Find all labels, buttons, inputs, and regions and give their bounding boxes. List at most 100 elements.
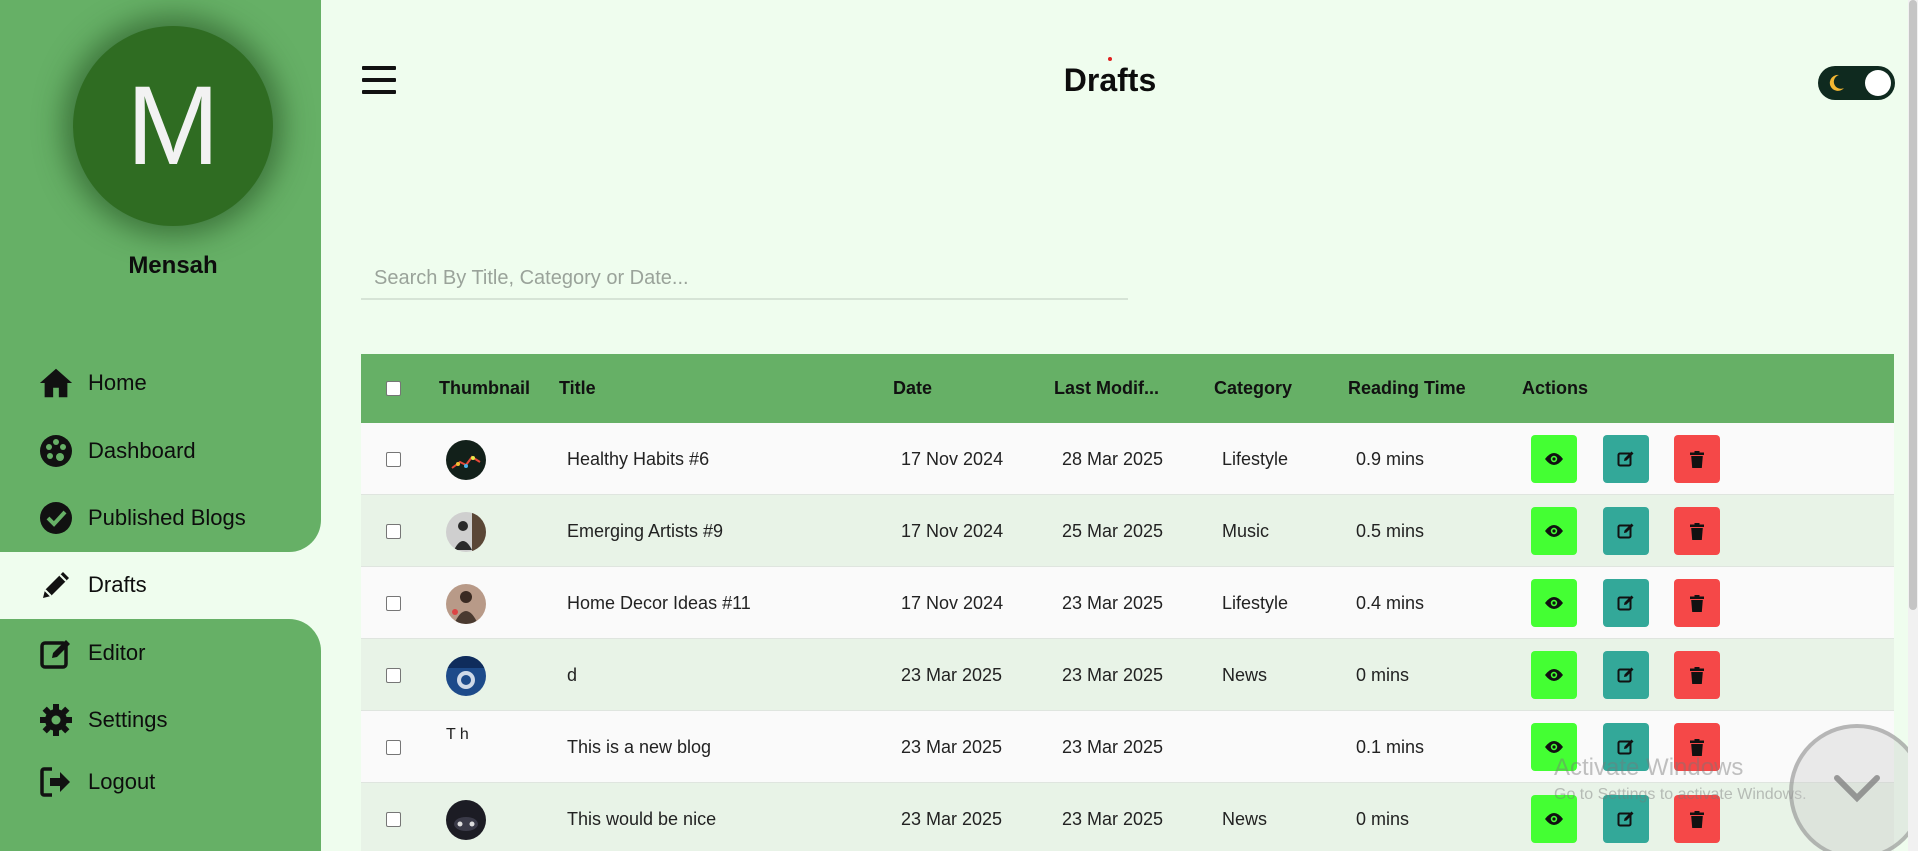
edit-button[interactable] <box>1603 651 1649 699</box>
sidebar: M Mensah Home Dashboard Published Blogs … <box>0 0 321 851</box>
hamburger-menu-button[interactable] <box>362 66 396 102</box>
row-title: Healthy Habits #6 <box>567 449 710 469</box>
delete-button[interactable] <box>1674 435 1720 483</box>
view-icon <box>1545 741 1563 753</box>
view-button[interactable] <box>1531 435 1577 483</box>
thumbnail-image <box>446 440 486 480</box>
logout-icon <box>38 764 74 800</box>
sidebar-item-label: Drafts <box>88 572 147 597</box>
table-row: Home Decor Ideas #11 17 Nov 2024 23 Mar … <box>361 567 1894 639</box>
row-checkbox[interactable] <box>386 668 401 683</box>
row-date: 23 Mar 2025 <box>901 809 1003 829</box>
sidebar-item-label: Published Blogs <box>88 505 246 530</box>
edit-icon <box>1617 811 1634 827</box>
row-last-modified: 23 Mar 2025 <box>1062 737 1164 757</box>
delete-icon <box>1690 522 1704 540</box>
row-reading-time: 0.5 mins <box>1356 521 1425 541</box>
page-scrollbar[interactable] <box>1908 0 1918 851</box>
sidebar-item-dashboard[interactable]: Dashboard <box>38 433 196 469</box>
username: Mensah <box>128 252 218 279</box>
view-icon <box>1545 813 1563 825</box>
thumbnail-image <box>446 584 486 624</box>
home-icon <box>38 365 74 401</box>
column-header-date[interactable]: Date <box>893 354 932 423</box>
row-last-modified: 28 Mar 2025 <box>1062 449 1164 469</box>
toggle-knob <box>1865 70 1891 96</box>
edit-icon <box>1617 667 1634 683</box>
sidebar-item-drafts[interactable]: Drafts <box>38 567 147 603</box>
sidebar-item-settings[interactable]: Settings <box>38 702 168 738</box>
sidebar-item-published-blogs[interactable]: Published Blogs <box>38 500 246 536</box>
row-category: News <box>1222 809 1268 829</box>
table-row: d 23 Mar 2025 23 Mar 2025 News 0 mins <box>361 639 1894 711</box>
scroll-down-button[interactable] <box>1789 724 1918 851</box>
view-button[interactable] <box>1531 579 1577 627</box>
search-input[interactable] <box>361 258 1128 300</box>
gear-icon <box>38 702 74 738</box>
row-last-modified: 25 Mar 2025 <box>1062 521 1164 541</box>
row-last-modified: 23 Mar 2025 <box>1062 593 1164 613</box>
column-header-thumbnail[interactable]: Thumbnail <box>439 354 530 423</box>
column-header-actions: Actions <box>1522 378 1589 398</box>
column-header-title[interactable]: Title <box>559 354 596 423</box>
view-button[interactable] <box>1531 651 1577 699</box>
delete-icon <box>1690 450 1704 468</box>
activate-windows-title: Activate Windows <box>1554 754 1744 781</box>
column-header-last-modified[interactable]: Last Modif... <box>1054 354 1159 423</box>
avatar: M <box>73 26 273 226</box>
view-icon <box>1545 597 1563 609</box>
sidebar-item-logout[interactable]: Logout <box>38 764 155 800</box>
row-title: This would be nice <box>567 809 717 829</box>
table-row: Emerging Artists #9 17 Nov 2024 25 Mar 2… <box>361 495 1894 567</box>
view-button[interactable] <box>1531 507 1577 555</box>
view-icon <box>1545 525 1563 537</box>
row-checkbox[interactable] <box>386 596 401 611</box>
row-checkbox[interactable] <box>386 812 401 827</box>
sidebar-item-editor[interactable]: Editor <box>38 635 145 671</box>
row-checkbox[interactable] <box>386 740 401 755</box>
sidebar-item-label: Home <box>88 370 147 395</box>
row-reading-time: 0.1 mins <box>1356 737 1425 757</box>
row-date: 23 Mar 2025 <box>901 665 1003 685</box>
view-icon <box>1545 669 1563 681</box>
broken-thumbnail-image: T h <box>446 726 469 743</box>
notification-dot <box>1108 57 1112 61</box>
pencil-icon <box>38 567 74 603</box>
row-reading-time: 0.4 mins <box>1356 593 1425 613</box>
view-icon <box>1545 453 1563 465</box>
delete-button[interactable] <box>1674 579 1720 627</box>
row-title: Home Decor Ideas #11 <box>567 593 751 613</box>
row-category: Lifestyle <box>1222 449 1289 469</box>
row-reading-time: 0 mins <box>1356 665 1410 685</box>
row-date: 17 Nov 2024 <box>901 449 1004 469</box>
table-header: Thumbnail Title Date Last Modif... Categ… <box>361 354 1894 423</box>
row-checkbox[interactable] <box>386 452 401 467</box>
edit-button[interactable] <box>1603 507 1649 555</box>
sidebar-item-home[interactable]: Home <box>38 365 147 401</box>
page-title: Drafts <box>1063 62 1157 98</box>
dark-mode-toggle[interactable] <box>1818 66 1895 100</box>
delete-icon <box>1690 594 1704 612</box>
chevron-down-icon <box>1834 775 1880 803</box>
delete-icon <box>1690 810 1704 828</box>
row-checkbox[interactable] <box>386 524 401 539</box>
edit-button[interactable] <box>1603 435 1649 483</box>
moon-icon <box>1826 73 1846 98</box>
row-reading-time: 0 mins <box>1356 809 1410 829</box>
delete-icon <box>1690 738 1704 756</box>
sidebar-item-label: Editor <box>88 640 146 665</box>
edit-button[interactable] <box>1603 579 1649 627</box>
row-reading-time: 0.9 mins <box>1356 449 1425 469</box>
row-title: d <box>567 665 578 685</box>
row-last-modified: 23 Mar 2025 <box>1062 809 1164 829</box>
edit-icon <box>1617 595 1634 611</box>
scrollbar-thumb[interactable] <box>1909 0 1917 610</box>
delete-button[interactable] <box>1674 507 1720 555</box>
select-all-checkbox[interactable] <box>386 381 401 396</box>
palette-icon <box>38 433 74 469</box>
delete-button[interactable] <box>1674 651 1720 699</box>
column-header-category[interactable]: Category <box>1214 354 1292 423</box>
thumbnail-image <box>446 512 486 552</box>
table-row: Healthy Habits #6 17 Nov 2024 28 Mar 202… <box>361 423 1894 495</box>
column-header-reading-time[interactable]: Reading Time <box>1348 354 1466 423</box>
